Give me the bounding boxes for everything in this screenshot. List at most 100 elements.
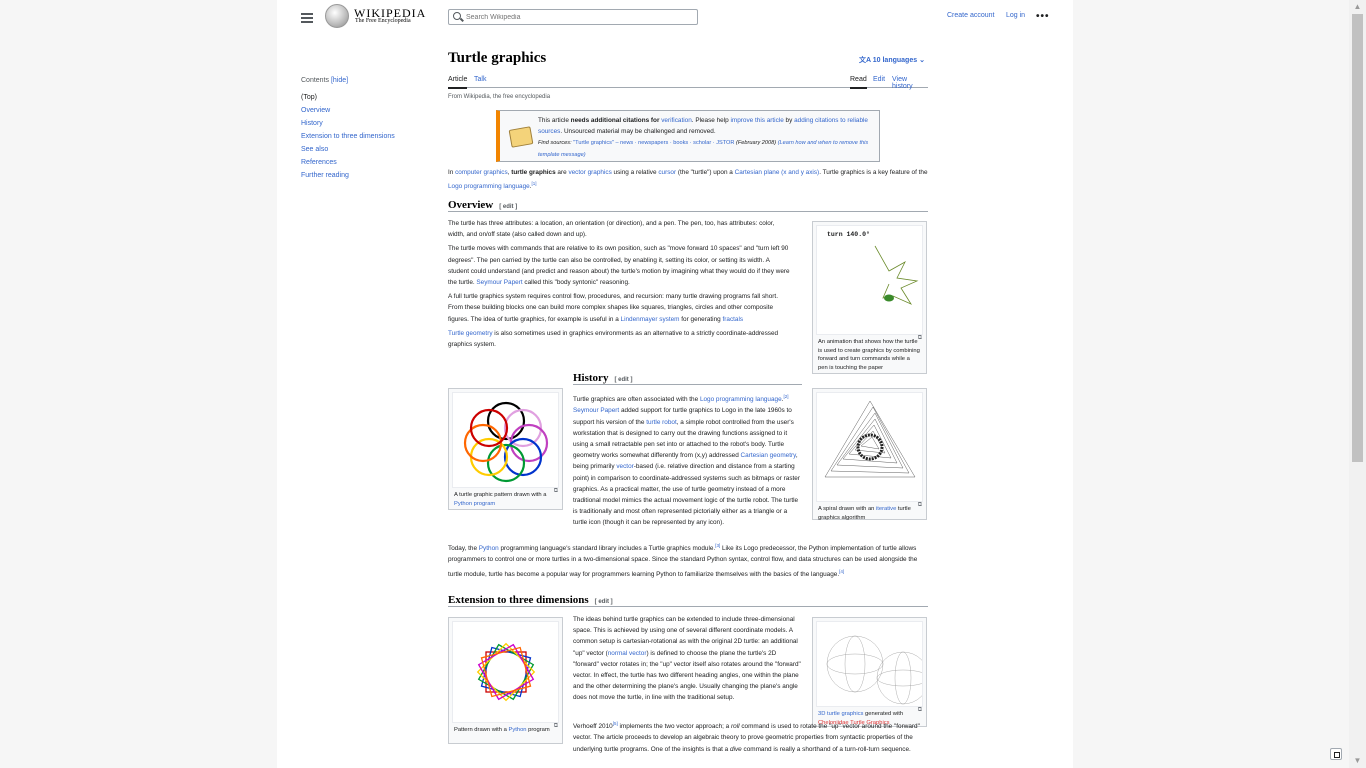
extension-p1: The ideas behind turtle graphics can be … — [573, 616, 801, 702]
edit-overview-link[interactable]: [ edit ] — [499, 204, 517, 210]
extension-p2: Verhoeff 2010[5] implements the two vect… — [573, 721, 920, 753]
link-turtle-robot[interactable]: turtle robot — [646, 419, 677, 426]
link-3d-turtle[interactable]: 3D turtle graphics — [818, 711, 863, 717]
enlarge-icon[interactable]: ⧉ — [554, 488, 558, 495]
tab-talk[interactable]: Talk — [474, 76, 486, 87]
citation-1[interactable]: [1] — [532, 181, 537, 186]
link-seymour-papert[interactable]: Seymour Papert — [476, 279, 522, 286]
page-title: Turtle graphics — [448, 50, 547, 66]
link-vector[interactable]: vector — [616, 463, 633, 470]
figure-caption: A turtle graphic pattern drawn with a Py… — [454, 492, 547, 507]
toc-item-further-reading[interactable]: Further reading — [301, 172, 349, 179]
vertical-scrollbar[interactable]: ▲ ▼ — [1349, 0, 1366, 768]
search-box[interactable] — [448, 9, 698, 25]
intro-paragraph: In computer graphics, turtle graphics ar… — [448, 169, 928, 191]
fullscreen-toggle-icon[interactable] — [1330, 748, 1342, 760]
tab-view-history[interactable]: View history — [892, 76, 928, 94]
wikipedia-globe-icon[interactable] — [325, 4, 349, 28]
figure-spiral: ⧉ A spiral drawn with an iterative turtl… — [812, 388, 927, 521]
flower-pattern-drawing — [463, 401, 549, 483]
toc-item-references[interactable]: References — [301, 159, 337, 166]
link-iterative[interactable]: iterative — [876, 506, 896, 512]
citation-notice: This article needs additional citations … — [496, 110, 880, 162]
overview-p1: The turtle has three attributes: a locat… — [448, 220, 775, 239]
tab-edit[interactable]: Edit — [873, 76, 885, 87]
table-of-contents: Contents [hide] (Top) Overview History E… — [301, 77, 431, 185]
scroll-up-icon[interactable]: ▲ — [1349, 0, 1366, 14]
verification-link[interactable]: verification — [661, 117, 692, 124]
spiral-image[interactable] — [816, 392, 923, 502]
link-fractals[interactable]: fractals — [723, 316, 744, 323]
language-button[interactable]: 文A 10 languages ⌄ — [859, 55, 925, 65]
link-cartesian-plane[interactable]: Cartesian plane (x and y axis) — [735, 169, 820, 176]
3d-spheres-drawing — [826, 635, 922, 705]
chevron-down-icon: ⌄ — [919, 57, 925, 64]
history-p2: Today, the Python programming language's… — [448, 543, 918, 578]
enlarge-icon[interactable]: ⧉ — [918, 502, 922, 509]
citation-2[interactable]: [2] — [783, 394, 788, 399]
link-python-2[interactable]: Python — [508, 727, 526, 733]
toc-hide-link[interactable]: [hide] — [331, 77, 348, 84]
figure-caption: A spiral drawn with an iterative turtle … — [818, 506, 911, 521]
python-pattern-image[interactable] — [452, 392, 559, 488]
link-vector-graphics[interactable]: vector graphics — [568, 169, 611, 176]
figure-turtle-animation: turn 140.0° ⧉ An animation that shows ho… — [812, 221, 927, 374]
history-p1: Turtle graphics are often associated wit… — [573, 394, 800, 527]
turtle-animation-image[interactable]: turn 140.0° — [816, 225, 923, 335]
link-papert[interactable]: Seymour Papert — [573, 407, 619, 414]
book-icon — [508, 126, 534, 148]
figure-caption: An animation that shows how the turtle i… — [818, 339, 920, 371]
enlarge-icon[interactable]: ⧉ — [554, 723, 558, 730]
link-turtle-geometry[interactable]: Turtle geometry — [448, 330, 493, 337]
link-cursor[interactable]: cursor — [658, 169, 676, 176]
tab-read[interactable]: Read — [850, 76, 867, 89]
figure-3d-turtle: ⧉ 3D turtle graphics generated with Chel… — [812, 617, 927, 727]
toc-item-see-also[interactable]: See also — [301, 146, 328, 153]
toc-item-history[interactable]: History — [301, 120, 323, 127]
log-in-link[interactable]: Log in — [1006, 12, 1025, 19]
toc-title: Contents — [301, 77, 330, 84]
tab-article[interactable]: Article — [448, 76, 468, 89]
toc-item-extension[interactable]: Extension to three dimensions — [301, 133, 395, 140]
link-computer-graphics[interactable]: computer graphics — [455, 169, 508, 176]
improve-article-link[interactable]: improve this article — [731, 117, 784, 124]
edit-extension-link[interactable]: [ edit ] — [595, 599, 613, 605]
site-sub: From Wikipedia, the free encyclopedia — [448, 94, 551, 100]
figure-python-star: ⧉ Pattern drawn with a Python program — [448, 617, 563, 744]
figure-caption: Pattern drawn with a Python program — [454, 727, 550, 733]
enlarge-icon[interactable]: ⧉ — [918, 335, 922, 342]
link-lindenmayer[interactable]: Lindenmayer system — [621, 316, 680, 323]
source-links[interactable]: – news · newspapers · books · scholar · … — [614, 140, 734, 146]
3d-turtle-image[interactable] — [816, 621, 923, 707]
logo-tagline: The Free Encyclopedia — [355, 18, 411, 24]
scrollbar-thumb[interactable] — [1352, 14, 1363, 462]
scroll-down-icon[interactable]: ▼ — [1349, 754, 1366, 768]
spiral-drawing — [824, 400, 916, 478]
find-sources-link[interactable]: "Turtle graphics" — [573, 140, 614, 146]
heading-history: History[ edit ] — [573, 372, 802, 385]
turtle-path-drawing — [874, 245, 919, 305]
toc-item-overview[interactable]: Overview — [301, 107, 330, 114]
heading-extension: Extension to three dimensions[ edit ] — [448, 594, 928, 607]
link-logo-language[interactable]: Logo programming language — [700, 396, 782, 403]
link-python-program[interactable]: Python program — [454, 501, 495, 507]
link-normal-vector[interactable]: normal vector — [608, 650, 647, 657]
enlarge-icon[interactable]: ⧉ — [918, 707, 922, 714]
article-tabs: Article Talk Read Edit View history — [448, 70, 928, 90]
heading-overview: Overview[ edit ] — [448, 199, 928, 212]
toc-item-top[interactable]: (Top) — [301, 94, 431, 101]
citation-4[interactable]: [4] — [839, 569, 844, 574]
python-star-image[interactable] — [452, 621, 559, 723]
create-account-link[interactable]: Create account — [947, 12, 994, 19]
search-icon — [453, 12, 461, 20]
translate-icon: 文A — [859, 57, 873, 64]
main-menu-button[interactable] — [301, 11, 313, 23]
figure-python-pattern: ⧉ A turtle graphic pattern drawn with a … — [448, 388, 563, 510]
link-logo[interactable]: Logo programming language — [448, 183, 530, 190]
search-input[interactable] — [466, 11, 691, 23]
link-python[interactable]: Python — [479, 545, 499, 552]
more-options-icon[interactable]: ••• — [1036, 11, 1050, 22]
edit-history-link[interactable]: [ edit ] — [614, 377, 632, 383]
overview-text: The turtle has three attributes: a locat… — [448, 220, 790, 349]
link-cartesian-geometry[interactable]: Cartesian geometry — [741, 452, 796, 459]
